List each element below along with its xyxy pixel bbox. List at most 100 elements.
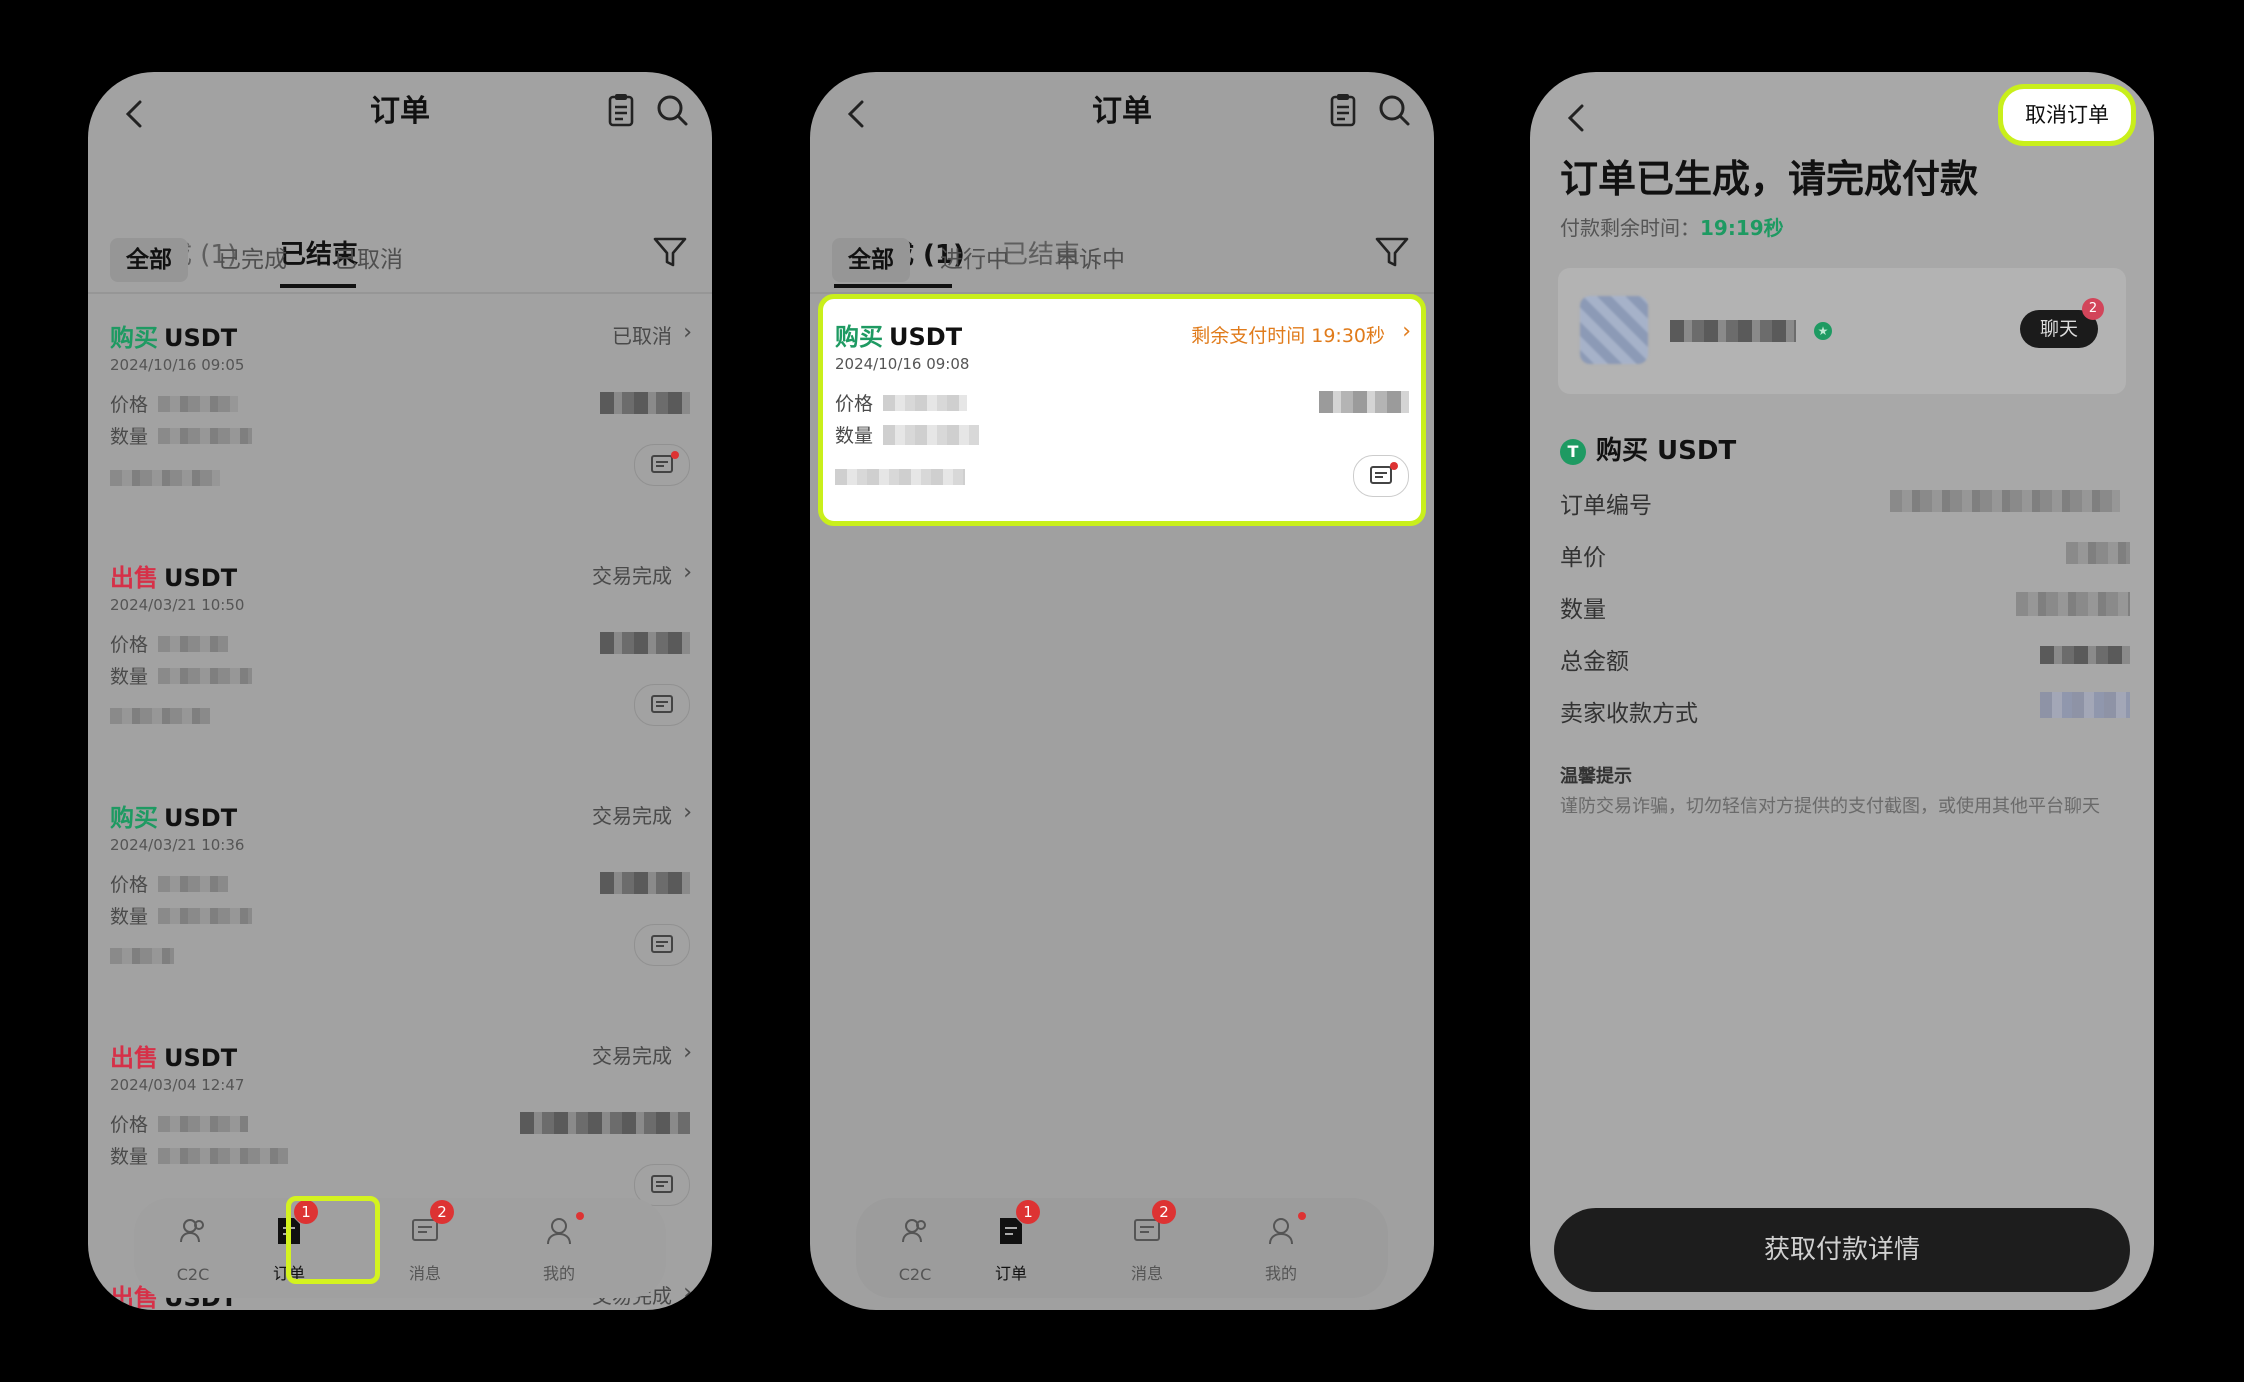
order-type: 购买 USDT (110, 324, 238, 352)
profile-icon (547, 1218, 571, 1245)
quantity-label: 数量 (110, 426, 149, 448)
subtab-cancelled[interactable]: 已取消 (334, 238, 403, 282)
subtab-in-progress[interactable]: 进行中 (940, 238, 1009, 282)
header: 订单 (88, 72, 712, 172)
chevron-right-icon: › (683, 800, 692, 825)
phone-screen-ended-orders: 订单 未完成 (1) 已结束 全部 已完成 已取消 购买USDT 已取消 › 2… (88, 72, 712, 1310)
clipboard-icon[interactable] (1320, 88, 1366, 134)
seller-card: ★ 聊天 2 (1558, 268, 2126, 394)
order-type: 出售USDT (110, 564, 238, 592)
nav-profile[interactable]: 我的 (514, 1206, 604, 1290)
subtab-all[interactable]: 全部 (110, 238, 188, 282)
unit-price-label: 单价 (1560, 545, 1606, 571)
payment-method-redacted (835, 469, 965, 485)
amount-value-redacted (600, 632, 690, 654)
order-number-redacted (1890, 490, 2120, 512)
quantity-value-redacted (158, 668, 252, 684)
total-amount-redacted (2040, 646, 2130, 664)
seller-payment-method-label: 卖家收款方式 (1560, 701, 1698, 727)
price-value-redacted (158, 396, 238, 412)
tab-underline (834, 284, 952, 288)
price-label: 价格 (110, 394, 149, 416)
search-icon[interactable] (650, 88, 696, 134)
header: 订单 (810, 72, 1434, 172)
unread-dot (671, 451, 679, 459)
payment-method-redacted (110, 708, 210, 724)
price-label: 价格 (110, 874, 149, 896)
search-icon[interactable] (1372, 88, 1418, 134)
phone-screen-order-payment: 取消订单 订单已生成，请完成付款 付款剩余时间：19:19秒 ★ 聊天 2 T 购买… (1530, 72, 2154, 1310)
users-icon (180, 1219, 204, 1243)
chevron-right-icon: › (683, 1040, 692, 1065)
chat-icon (651, 1175, 673, 1193)
subtab-all[interactable]: 全部 (832, 238, 910, 282)
messages-badge: 2 (1152, 1200, 1176, 1224)
nav-messages[interactable]: 2 消息 (380, 1200, 470, 1290)
avatar (1580, 296, 1648, 364)
back-icon[interactable] (1558, 98, 1598, 138)
chevron-right-icon: › (683, 320, 692, 345)
page-heading: 订单已生成，请完成付款 (1560, 157, 1979, 201)
chat-badge: 2 (2082, 298, 2104, 320)
chat-button[interactable] (634, 684, 690, 726)
tips-text: 谨防交易诈骗，切勿轻信对方提供的支付截图，或使用其他平台聊天 (1560, 796, 2100, 817)
subtab-in-appeal[interactable]: 申诉中 (1056, 238, 1125, 282)
order-date: 2024/03/04 12:47 (110, 1076, 245, 1094)
filter-icon[interactable] (650, 232, 690, 272)
order-date: 2024/10/16 09:08 (835, 355, 970, 373)
nav-messages[interactable]: 2 消息 (1102, 1200, 1192, 1290)
total-amount-label: 总金额 (1560, 649, 1629, 675)
chat-icon (651, 455, 673, 473)
amount-value-redacted (520, 1112, 690, 1134)
cancel-order-button[interactable]: 取消订单 (1998, 84, 2136, 146)
price-label: 价格 (110, 634, 149, 656)
chat-icon (1370, 466, 1392, 484)
quantity-value-redacted (883, 425, 979, 445)
price-value-redacted (158, 1116, 248, 1132)
chevron-right-icon: › (683, 1280, 692, 1305)
quantity-label: 数量 (110, 666, 149, 688)
unit-price-redacted (2066, 542, 2130, 564)
price-value-redacted (158, 876, 228, 892)
nav-orders[interactable]: 1 订单 (966, 1200, 1056, 1290)
nav-profile[interactable]: 我的 (1236, 1206, 1326, 1290)
payment-countdown: 剩余支付时间 19:30秒 (1191, 325, 1385, 347)
order-status: 交易完成 (592, 564, 672, 588)
highlight-nav-orders (286, 1196, 380, 1284)
quantity-label: 数量 (110, 1146, 149, 1168)
order-card[interactable]: 购买 USDT 已取消 › 2024/10/16 09:05 价格 数量 (88, 318, 712, 558)
chat-icon (651, 935, 673, 953)
get-payment-details-button[interactable]: 获取付款详情 (1554, 1208, 2130, 1292)
quantity-value-redacted (158, 428, 252, 444)
unread-dot (1298, 1212, 1306, 1220)
countdown-value: 19:19秒 (1700, 216, 1784, 240)
payment-method-redacted (110, 470, 220, 486)
payment-time-remaining: 付款剩余时间：19:19秒 (1560, 216, 1784, 240)
amount-value-redacted (1319, 391, 1409, 413)
pending-order-card[interactable]: 购买 USDT 剩余支付时间 19:30秒 › 2024/10/16 09:08 … (818, 294, 1426, 526)
clipboard-icon[interactable] (598, 88, 644, 134)
filter-icon[interactable] (1372, 232, 1412, 272)
quantity-label: 数量 (110, 906, 149, 928)
nav-c2c[interactable]: C2C (870, 1206, 960, 1290)
order-status: 交易完成 (592, 1044, 672, 1068)
chat-button[interactable] (634, 924, 690, 966)
price-value-redacted (158, 636, 228, 652)
chat-button[interactable]: 聊天 2 (2020, 298, 2104, 348)
verified-icon: ★ (1814, 322, 1832, 340)
amount-value-redacted (600, 392, 690, 414)
unread-dot (576, 1212, 584, 1220)
quantity-value-redacted (158, 908, 252, 924)
usdt-coin-icon: T (1560, 439, 1586, 465)
order-date: 2024/10/16 09:05 (110, 356, 245, 374)
chat-button[interactable] (1353, 455, 1409, 497)
order-card[interactable]: 购买 USDT 交易完成 › 2024/03/21 10:36 价格 数量 (88, 798, 712, 1038)
order-card[interactable]: 出售 USDT 交易完成 › 2024/03/21 10:50 价格 数量 (88, 558, 712, 798)
order-type: 出售USDT (110, 1044, 238, 1072)
subtab-completed[interactable]: 已完成 (218, 238, 287, 282)
nav-c2c[interactable]: C2C (148, 1206, 238, 1290)
chat-button[interactable] (634, 444, 690, 486)
order-asset: T 购买 USDT (1560, 430, 1736, 467)
price-value-redacted (883, 395, 967, 411)
quantity-redacted (2016, 592, 2130, 616)
